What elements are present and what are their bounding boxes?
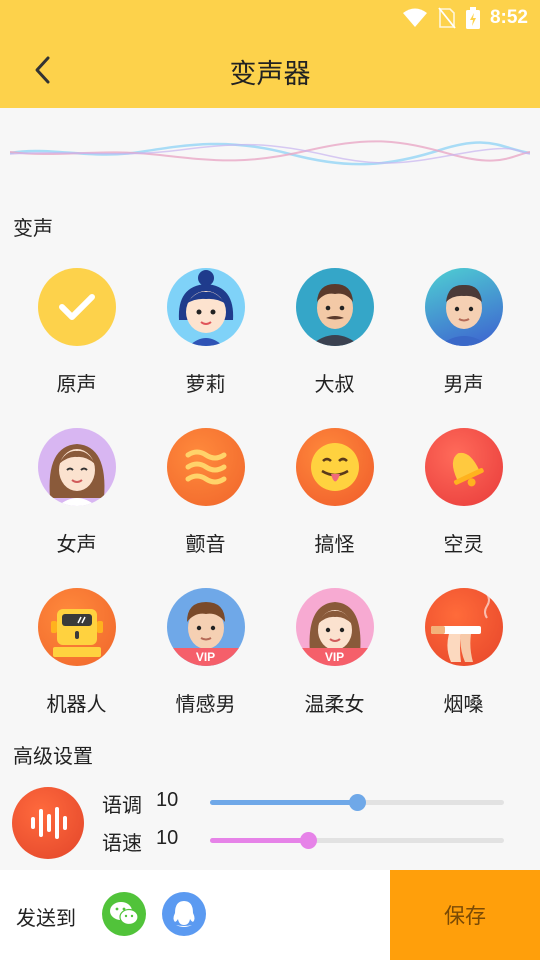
uncle-avatar-icon	[295, 268, 374, 346]
wave-icon	[166, 428, 245, 506]
robot-icon	[37, 588, 116, 666]
app-header: 8:52 变声器	[0, 0, 540, 108]
voice-item-robot[interactable]: 机器人	[12, 588, 141, 718]
voice-label: 大叔	[314, 372, 355, 396]
voice-label: 萝莉	[185, 372, 226, 396]
vip-badge: VIP	[295, 648, 374, 666]
voice-label: 烟嗓	[443, 692, 484, 716]
voice-item-male[interactable]: 男声	[399, 268, 528, 398]
bell-icon	[424, 428, 503, 506]
pitch-slider-row: 语调 10	[102, 787, 512, 817]
man-avatar-icon	[424, 268, 503, 346]
pitch-slider-fill	[210, 800, 357, 805]
share-qq-button[interactable]	[162, 892, 206, 936]
emotional-man-icon: VIP	[166, 588, 245, 666]
voice-item-gentle-woman[interactable]: VIP 温柔女	[270, 588, 399, 718]
pitch-slider-thumb[interactable]	[349, 794, 366, 811]
speed-slider-row: 语速 10	[102, 825, 512, 855]
pitch-label: 语调	[102, 793, 142, 817]
status-time: 8:52	[489, 7, 528, 28]
voice-item-funny[interactable]: 搞怪	[270, 428, 399, 558]
speed-slider-thumb[interactable]	[300, 832, 318, 849]
voice-item-original[interactable]: 原声	[12, 268, 141, 398]
qq-icon	[173, 901, 195, 927]
save-button[interactable]: 保存	[390, 870, 540, 960]
voice-label: 原声	[56, 372, 97, 396]
voice-item-vibrato[interactable]: 颤音	[141, 428, 270, 558]
speed-label: 语速	[102, 831, 142, 855]
page-title: 变声器	[229, 59, 311, 90]
voice-item-ethereal[interactable]: 空灵	[399, 428, 528, 558]
girl-avatar-icon	[166, 268, 245, 346]
woman-avatar-icon	[37, 428, 116, 506]
audio-waveform	[10, 140, 530, 166]
battery-charging-icon	[465, 7, 480, 29]
voice-label: 搞怪	[314, 532, 355, 556]
voice-item-uncle[interactable]: 大叔	[270, 268, 399, 398]
send-to-label: 发送到	[16, 906, 76, 930]
wechat-icon	[110, 902, 139, 926]
voice-label: 机器人	[46, 692, 107, 716]
speed-slider-fill	[210, 838, 309, 843]
voice-item-loli[interactable]: 萝莉	[141, 268, 270, 398]
share-wechat-button[interactable]	[102, 892, 146, 936]
speed-value: 10	[156, 827, 179, 849]
voice-label: 女声	[56, 532, 97, 556]
voice-preview-button[interactable]	[12, 787, 84, 859]
voice-label: 温柔女	[304, 692, 365, 716]
voice-label: 空灵	[443, 532, 484, 556]
no-sim-icon	[438, 7, 456, 29]
sound-bars-icon	[31, 807, 67, 839]
advanced-section-title: 高级设置	[13, 744, 93, 768]
pitch-value: 10	[156, 789, 179, 811]
vip-badge: VIP	[166, 648, 245, 666]
checkmark-icon	[37, 268, 116, 346]
voice-label: 男声	[443, 372, 484, 396]
cigarette-icon	[424, 588, 503, 666]
wifi-icon	[402, 8, 427, 27]
voice-item-emotional-man[interactable]: VIP 情感男	[141, 588, 270, 718]
voice-section-title: 变声	[13, 216, 53, 240]
gentle-woman-icon: VIP	[295, 588, 374, 666]
status-bar: 8:52	[0, 0, 540, 36]
voice-item-smoky[interactable]: 烟嗓	[399, 588, 528, 718]
funny-face-icon	[295, 428, 374, 506]
voice-label: 情感男	[175, 692, 236, 716]
pitch-slider[interactable]	[210, 794, 504, 811]
voice-label: 颤音	[185, 532, 226, 556]
bottom-bar: 发送到 保存	[0, 870, 540, 960]
speed-slider[interactable]	[210, 832, 504, 849]
voice-item-female[interactable]: 女声	[12, 428, 141, 558]
